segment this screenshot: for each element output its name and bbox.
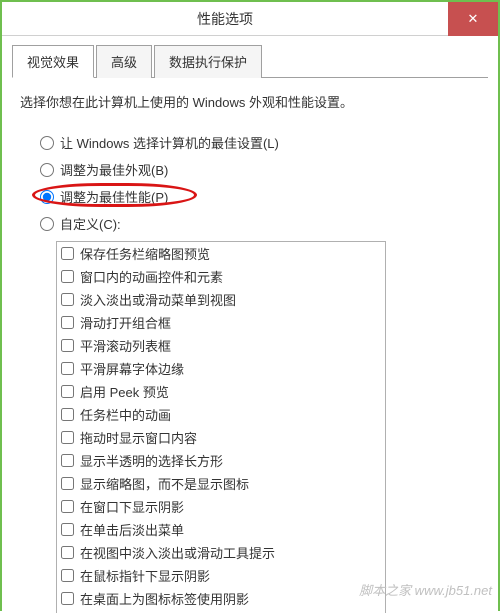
checkbox-input[interactable] — [61, 408, 74, 421]
checkbox-row[interactable]: 在鼠标指针下显示阴影 — [57, 564, 385, 587]
checkbox-input[interactable] — [61, 592, 74, 605]
tab-panel: 选择你想在此计算机上使用的 Windows 外观和性能设置。 让 Windows… — [12, 78, 488, 613]
checkbox-input[interactable] — [61, 270, 74, 283]
checkbox-label: 淡入淡出或滑动菜单到视图 — [80, 290, 236, 309]
tab-advanced[interactable]: 高级 — [96, 45, 152, 78]
radio-label: 自定义(C): — [60, 214, 121, 233]
radio-best-performance[interactable]: 调整为最佳性能(P) — [40, 187, 480, 206]
window-body: 视觉效果 高级 数据执行保护 选择你想在此计算机上使用的 Windows 外观和… — [2, 36, 498, 613]
radio-input[interactable] — [40, 136, 54, 150]
radio-label: 调整为最佳性能(P) — [60, 187, 168, 206]
checkbox-row[interactable]: 任务栏中的动画 — [57, 403, 385, 426]
checkbox-row[interactable]: 淡入淡出或滑动菜单到视图 — [57, 288, 385, 311]
radio-label: 让 Windows 选择计算机的最佳设置(L) — [60, 133, 279, 152]
checkbox-label: 显示半透明的选择长方形 — [80, 451, 223, 470]
radio-input[interactable] — [40, 217, 54, 231]
checkbox-input[interactable] — [61, 339, 74, 352]
checkbox-row[interactable]: 在桌面上为图标标签使用阴影 — [57, 587, 385, 610]
radio-let-windows[interactable]: 让 Windows 选择计算机的最佳设置(L) — [40, 133, 480, 152]
checkbox-input[interactable] — [61, 362, 74, 375]
checkbox-input[interactable] — [61, 454, 74, 467]
checkbox-input[interactable] — [61, 316, 74, 329]
radio-group: 让 Windows 选择计算机的最佳设置(L) 调整为最佳外观(B) 调整为最佳… — [40, 133, 480, 233]
checkbox-label: 窗口内的动画控件和元素 — [80, 267, 223, 286]
tab-visual-effects[interactable]: 视觉效果 — [12, 45, 94, 78]
checkbox-input[interactable] — [61, 293, 74, 306]
description-text: 选择你想在此计算机上使用的 Windows 外观和性能设置。 — [20, 92, 480, 111]
checkbox-row[interactable]: 平滑屏幕字体边缘 — [57, 357, 385, 380]
checkbox-input[interactable] — [61, 431, 74, 444]
checkbox-label: 拖动时显示窗口内容 — [80, 428, 197, 447]
checkbox-row[interactable]: 保存任务栏缩略图预览 — [57, 242, 385, 265]
checkbox-label: 在桌面上为图标标签使用阴影 — [80, 589, 249, 608]
checkbox-label: 在窗口下显示阴影 — [80, 497, 184, 516]
radio-input[interactable] — [40, 163, 54, 177]
checkbox-input[interactable] — [61, 523, 74, 536]
radio-custom[interactable]: 自定义(C): — [40, 214, 480, 233]
checkbox-input[interactable] — [61, 546, 74, 559]
checkbox-label: 滑动打开组合框 — [80, 313, 171, 332]
radio-input[interactable] — [40, 190, 54, 204]
checkbox-label: 在单击后淡出菜单 — [80, 520, 184, 539]
close-icon: ✕ — [468, 11, 479, 27]
checkbox-row[interactable]: 平滑滚动列表框 — [57, 334, 385, 357]
checkbox-label: 保存任务栏缩略图预览 — [80, 244, 210, 263]
titlebar: 性能选项 ✕ — [2, 2, 498, 36]
checkbox-row[interactable]: 滑动打开组合框 — [57, 311, 385, 334]
window-title: 性能选项 — [2, 9, 448, 29]
checkbox-row[interactable]: 拖动时显示窗口内容 — [57, 426, 385, 449]
tab-dep[interactable]: 数据执行保护 — [154, 45, 262, 78]
checkbox-label: 启用 Peek 预览 — [80, 382, 169, 401]
radio-label: 调整为最佳外观(B) — [60, 160, 168, 179]
checkbox-input[interactable] — [61, 247, 74, 260]
checkbox-label: 平滑屏幕字体边缘 — [80, 359, 184, 378]
performance-options-window: 性能选项 ✕ 视觉效果 高级 数据执行保护 选择你想在此计算机上使用的 Wind… — [0, 0, 500, 611]
checkbox-label: 在视图中淡入淡出或滑动工具提示 — [80, 543, 275, 562]
close-button[interactable]: ✕ — [448, 2, 498, 36]
checkbox-row[interactable]: 显示缩略图，而不是显示图标 — [57, 472, 385, 495]
tab-strip: 视觉效果 高级 数据执行保护 — [12, 44, 488, 78]
checkbox-input[interactable] — [61, 569, 74, 582]
checkbox-input[interactable] — [61, 477, 74, 490]
checkbox-row[interactable]: 启用 Peek 预览 — [57, 380, 385, 403]
checkbox-label: 在鼠标指针下显示阴影 — [80, 566, 210, 585]
checkbox-input[interactable] — [61, 385, 74, 398]
checkbox-list[interactable]: 保存任务栏缩略图预览窗口内的动画控件和元素淡入淡出或滑动菜单到视图滑动打开组合框… — [56, 241, 386, 613]
checkbox-row[interactable]: 在窗口下显示阴影 — [57, 495, 385, 518]
radio-best-appearance[interactable]: 调整为最佳外观(B) — [40, 160, 480, 179]
checkbox-row[interactable]: 窗口内的动画控件和元素 — [57, 265, 385, 288]
checkbox-row[interactable]: 在单击后淡出菜单 — [57, 518, 385, 541]
checkbox-label: 平滑滚动列表框 — [80, 336, 171, 355]
checkbox-row[interactable]: 在视图中淡入淡出或滑动工具提示 — [57, 541, 385, 564]
checkbox-row[interactable]: 显示半透明的选择长方形 — [57, 449, 385, 472]
checkbox-label: 显示缩略图，而不是显示图标 — [80, 474, 249, 493]
checkbox-label: 任务栏中的动画 — [80, 405, 171, 424]
checkbox-input[interactable] — [61, 500, 74, 513]
